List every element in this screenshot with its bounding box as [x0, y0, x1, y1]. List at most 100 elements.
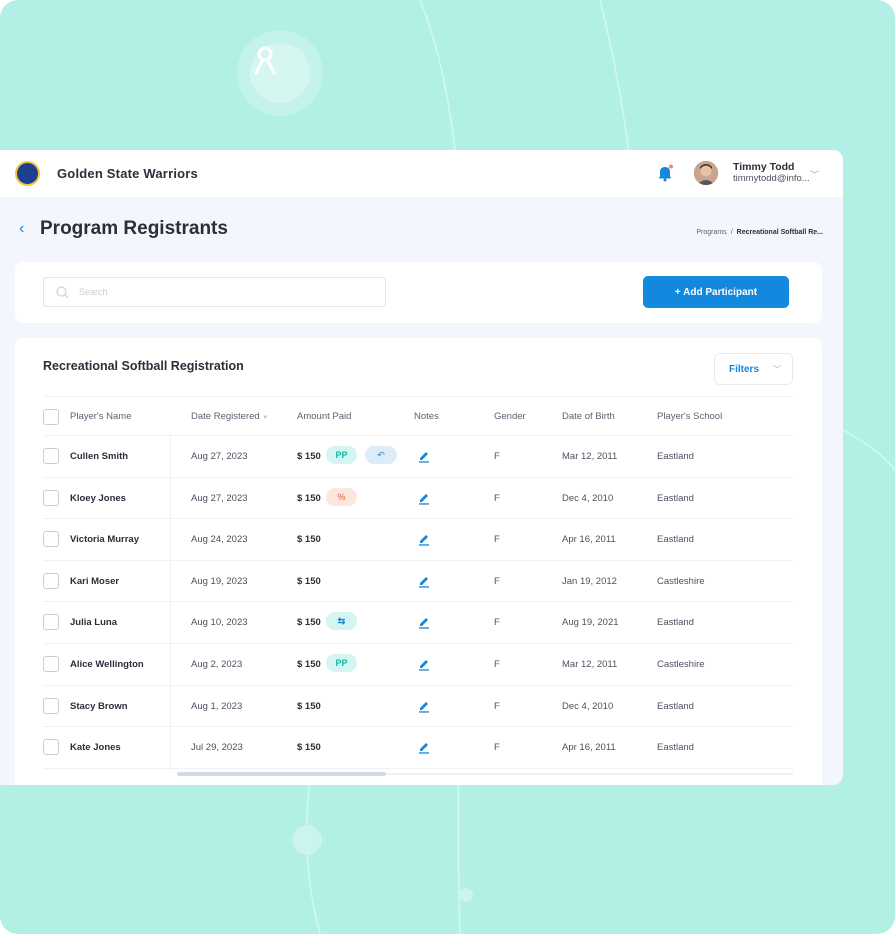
- player-name[interactable]: Stacy Brown: [70, 701, 128, 712]
- badge-partial[interactable]: %: [326, 487, 357, 506]
- filters-button[interactable]: Filters ﹀: [714, 353, 793, 385]
- date-registered: Aug 10, 2023: [191, 617, 248, 629]
- decorative-avatar-circle: [237, 30, 323, 116]
- date-of-birth: Jan 19, 2012: [562, 575, 617, 587]
- search-box[interactable]: [43, 277, 386, 307]
- date-of-birth: Dec 4, 2010: [562, 700, 614, 712]
- table-row[interactable]: Kari Moser Aug 19, 2023 $ 150 F Jan 19, 2012…: [43, 561, 793, 603]
- player-name[interactable]: Julia Luna: [70, 617, 117, 628]
- gender: F: [494, 534, 500, 546]
- amount-paid: $ 150: [297, 451, 321, 462]
- breadcrumb-separator: /: [730, 229, 733, 236]
- chevron-down-icon[interactable]: ﹀: [810, 168, 819, 181]
- edit-icon[interactable]: [417, 532, 431, 546]
- amount-paid: $ 150: [297, 742, 321, 754]
- date-registered: Aug 19, 2023: [191, 575, 248, 587]
- gender: F: [494, 700, 500, 712]
- filters-label: Filters: [729, 363, 760, 375]
- table-title: Recreational Softball Registration: [43, 359, 244, 373]
- app-window: Golden State Warriors Timmy Todd timmyto…: [0, 150, 843, 785]
- edit-icon[interactable]: [417, 449, 431, 463]
- search-input[interactable]: [79, 287, 359, 297]
- table-row[interactable]: Cullen Smith Aug 27, 2023 $ 150 PP ↶ F Mar 12,…: [43, 436, 793, 478]
- add-participant-button[interactable]: + Add Participant: [643, 276, 789, 308]
- table-row[interactable]: Kate Jones Jul 29, 2023 $ 150 F Apr 16, 2011…: [43, 727, 793, 769]
- date-of-birth: Mar 12, 2011: [562, 659, 618, 670]
- date-of-birth: Dec 4, 2010: [562, 492, 614, 504]
- date-of-birth: Apr 16, 2011: [562, 534, 616, 546]
- amount-paid: $ 150: [297, 534, 321, 546]
- gender: F: [494, 575, 500, 587]
- table-row[interactable]: Stacy Brown Aug 1, 2023 $ 150 F Dec 4, 2010 E…: [43, 686, 793, 728]
- breadcrumb-current: Recreational Softball Re...: [736, 229, 823, 236]
- player-name[interactable]: Kate Jones: [70, 742, 121, 753]
- player-name[interactable]: Kari Moser: [70, 576, 119, 587]
- column-header-dob[interactable]: Date of Birth: [562, 411, 615, 422]
- row-checkbox[interactable]: [43, 489, 59, 506]
- table-header: Player's Name Date Registered ▼ Amount P…: [43, 396, 793, 436]
- player-school: Eastland: [657, 700, 694, 712]
- sort-icon[interactable]: ▼: [262, 415, 268, 421]
- edit-icon[interactable]: [417, 615, 431, 629]
- player-name[interactable]: Alice Wellington: [70, 659, 144, 670]
- row-checkbox[interactable]: [43, 656, 59, 672]
- row-checkbox[interactable]: [43, 697, 59, 714]
- player-name[interactable]: Kloey Jones: [70, 493, 126, 504]
- edit-icon[interactable]: [417, 657, 431, 671]
- player-school: Eastland: [657, 534, 694, 546]
- chevron-down-icon: ﹀: [773, 364, 782, 374]
- badge-card[interactable]: ⇆: [326, 612, 357, 631]
- edit-icon[interactable]: [417, 491, 431, 505]
- avatar[interactable]: [694, 161, 718, 185]
- column-header-date-registered[interactable]: Date Registered ▼: [191, 411, 268, 422]
- row-checkbox[interactable]: [43, 614, 59, 631]
- bell-icon[interactable]: [656, 164, 674, 182]
- gender: F: [494, 617, 500, 629]
- edit-icon[interactable]: [417, 740, 431, 754]
- date-of-birth: Mar 12, 2011: [562, 451, 618, 462]
- row-checkbox[interactable]: [43, 572, 59, 589]
- badge-pp[interactable]: PP: [326, 446, 357, 464]
- table-row[interactable]: Victoria Murray Aug 24, 2023 $ 150 F Apr 16,…: [43, 519, 793, 561]
- player-school: Castleshire: [657, 575, 705, 587]
- amount-paid: $ 150: [297, 617, 321, 629]
- table-row[interactable]: Kloey Jones Aug 27, 2023 $ 150% F Dec 4, 201…: [43, 478, 793, 520]
- gender: F: [494, 492, 500, 504]
- row-checkbox[interactable]: [43, 448, 59, 464]
- amount-paid: $ 150: [297, 659, 321, 670]
- column-header-amount[interactable]: Amount Paid: [297, 411, 351, 422]
- edit-icon[interactable]: [417, 574, 431, 588]
- table-row[interactable]: Julia Luna Aug 10, 2023 $ 150 ⇆ F Aug 19, 202…: [43, 602, 793, 644]
- badge-pp[interactable]: PP: [326, 654, 357, 672]
- select-all-checkbox[interactable]: [43, 409, 59, 425]
- date-of-birth: Apr 16, 2011: [562, 742, 616, 754]
- player-school: Eastland: [657, 617, 694, 629]
- player-name[interactable]: Victoria Murray: [70, 534, 139, 545]
- column-header-school[interactable]: Player's School: [657, 411, 722, 422]
- column-header-gender[interactable]: Gender: [494, 411, 526, 422]
- row-checkbox[interactable]: [43, 531, 59, 548]
- user-name[interactable]: Timmy Todd: [733, 161, 794, 173]
- edit-icon[interactable]: [417, 699, 431, 713]
- date-registered: Aug 27, 2023: [191, 451, 248, 462]
- player-name[interactable]: Cullen Smith: [70, 451, 128, 462]
- row-checkbox[interactable]: [43, 739, 59, 756]
- column-header-date-label: Date Registered: [191, 411, 260, 422]
- back-icon[interactable]: ‹: [19, 220, 24, 238]
- date-registered: Aug 24, 2023: [191, 534, 248, 546]
- horizontal-scrollbar[interactable]: [177, 772, 386, 776]
- player-school: Eastland: [657, 492, 694, 504]
- table-row[interactable]: Alice Wellington Aug 2, 2023 $ 150 PP F Mar 1…: [43, 644, 793, 686]
- gender: F: [494, 451, 500, 462]
- date-registered: Aug 27, 2023: [191, 492, 248, 504]
- column-header-name[interactable]: Player's Name: [70, 411, 131, 422]
- column-header-notes[interactable]: Notes: [414, 411, 439, 422]
- breadcrumb-programs[interactable]: Programs: [696, 229, 726, 236]
- page-title: Program Registrants: [40, 218, 228, 239]
- date-registered: Jul 29, 2023: [191, 742, 243, 754]
- search-icon: [56, 285, 69, 298]
- player-school: Castleshire: [657, 659, 705, 670]
- gender: F: [494, 742, 500, 754]
- badge-refund[interactable]: ↶: [365, 446, 397, 464]
- user-email[interactable]: timmytodd@info...: [733, 173, 810, 184]
